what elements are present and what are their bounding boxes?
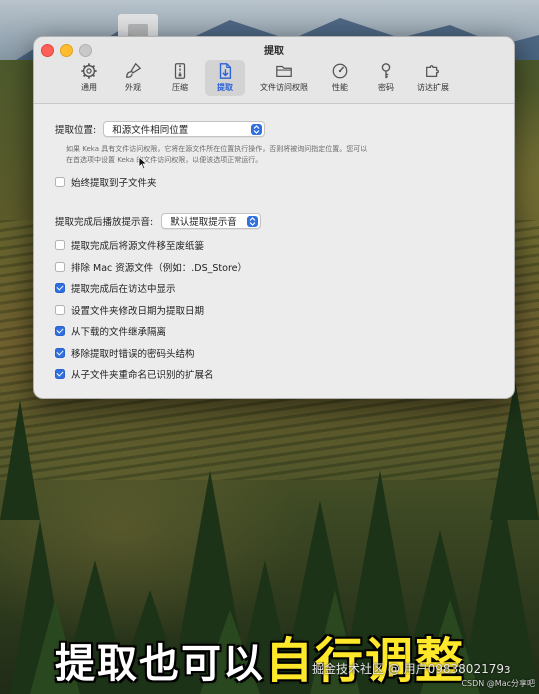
tab-finder-extension[interactable]: 访达扩展 xyxy=(410,60,456,96)
sound-label: 提取完成后播放提示音: xyxy=(55,217,154,228)
tab-label: 文件访问权限 xyxy=(260,83,308,92)
chevron-updown-icon xyxy=(247,215,259,227)
set-folder-date-checkbox[interactable] xyxy=(55,305,65,315)
extract-pane: 提取位置: 和源文件相同位置 如果 Keka 具有文件访问权限，它将在源文件所在… xyxy=(34,104,514,398)
archive-icon xyxy=(174,63,186,79)
tab-label: 访达扩展 xyxy=(417,83,449,92)
chevron-updown-icon xyxy=(251,123,263,135)
rename-extensions-checkbox[interactable] xyxy=(55,369,65,379)
help-line: 如果 Keka 具有文件访问权限，它将在源文件所在位置执行操作，否则将被询问指定… xyxy=(66,145,368,153)
inherit-quarantine-checkbox[interactable] xyxy=(55,326,65,336)
extract-location-value: 和源文件相同位置 xyxy=(112,125,189,136)
tab-performance[interactable]: 性能 xyxy=(322,60,358,96)
window-title: 提取 xyxy=(264,46,284,57)
tab-label: 压缩 xyxy=(172,83,188,92)
extract-location-label: 提取位置: xyxy=(55,125,97,136)
tab-label: 密码 xyxy=(378,83,394,92)
tab-compression[interactable]: 压缩 xyxy=(161,60,199,96)
extract-doc-icon xyxy=(219,63,232,79)
extract-location-popup[interactable]: 和源文件相同位置 xyxy=(103,121,266,137)
sound-value: 默认提取提示音 xyxy=(170,217,237,228)
mouse-cursor-icon xyxy=(138,156,148,170)
checkbox-label: 提取完成后在访达中显示 xyxy=(71,284,176,295)
tab-label: 通用 xyxy=(81,83,97,92)
brush-icon xyxy=(126,62,142,78)
remove-bad-headers-checkbox[interactable] xyxy=(55,348,65,358)
checkbox-label: 提取完成后将源文件移至废纸篓 xyxy=(71,241,205,252)
checkbox-label: 设置文件夹修改日期为提取日期 xyxy=(71,306,205,317)
option-row[interactable]: 移除提取时错误的密码头结构 xyxy=(55,346,195,360)
option-row[interactable]: 提取完成后将源文件移至废纸篓 xyxy=(55,238,204,252)
tab-appearance[interactable]: 外观 xyxy=(114,60,152,96)
watermark-main: 掘金技术社区 @ 用户0983802179з xyxy=(312,662,511,676)
option-row[interactable]: 设置文件夹修改日期为提取日期 xyxy=(55,303,204,317)
folder-icon xyxy=(276,65,292,78)
extract-location-help: 如果 Keka 具有文件访问权限，它将在源文件所在位置执行操作，否则将被询问指定… xyxy=(66,144,446,166)
sound-popup[interactable]: 默认提取提示音 xyxy=(161,213,262,229)
watermark-small: CSDN @Mac分享吧 xyxy=(461,679,535,688)
preferences-window: 提取 通用 外观 压缩 提取 文件访问权限 性能 密码 访达扩展 提取位置: 和… xyxy=(33,36,515,399)
gear-icon xyxy=(81,63,97,79)
puzzle-icon xyxy=(426,65,439,78)
extract-location-row: 提取位置: 和源文件相同位置 xyxy=(55,121,266,137)
window-titlebar: 提取 通用 外观 压缩 提取 文件访问权限 性能 密码 访达扩展 xyxy=(34,37,514,104)
checkbox-label: 从子文件夹重命名已识别的扩展名 xyxy=(71,370,214,381)
always-subfolder-row[interactable]: 始终提取到子文件夹 xyxy=(55,175,157,189)
tab-extract[interactable]: 提取 xyxy=(205,60,245,96)
option-row[interactable]: 从子文件夹重命名已识别的扩展名 xyxy=(55,367,214,381)
help-line: 在首选项中设置 Keka 的文件访问权限，以便该选项正常运行。 xyxy=(66,156,263,164)
checkbox-label: 移除提取时错误的密码头结构 xyxy=(71,349,195,360)
preferences-toolbar: 通用 外观 压缩 提取 文件访问权限 性能 密码 访达扩展 xyxy=(34,60,514,100)
gauge-icon xyxy=(332,63,348,79)
exclude-resource-files-checkbox[interactable] xyxy=(55,262,65,272)
checkbox-label: 始终提取到子文件夹 xyxy=(71,178,157,189)
always-subfolder-checkbox[interactable] xyxy=(55,177,65,187)
checkbox-label: 排除 Mac 资源文件（例如：.DS_Store） xyxy=(71,263,248,274)
checkbox-label: 从下载的文件继承隔离 xyxy=(71,327,167,338)
tab-password[interactable]: 密码 xyxy=(368,60,404,96)
option-row[interactable]: 提取完成后在访达中显示 xyxy=(55,281,176,295)
tab-file-access[interactable]: 文件访问权限 xyxy=(253,60,315,96)
key-icon xyxy=(381,63,391,79)
tab-label: 提取 xyxy=(217,83,233,92)
video-caption: 提取也可以自行调整 xyxy=(55,621,465,691)
caption-white: 提取也可以 xyxy=(55,641,265,687)
tab-general[interactable]: 通用 xyxy=(70,60,108,96)
show-in-finder-checkbox[interactable] xyxy=(55,283,65,293)
option-row[interactable]: 排除 Mac 资源文件（例如：.DS_Store） xyxy=(55,260,247,274)
option-row[interactable]: 从下载的文件继承隔离 xyxy=(55,324,166,338)
tab-label: 外观 xyxy=(125,83,141,92)
tab-label: 性能 xyxy=(332,83,348,92)
move-to-trash-checkbox[interactable] xyxy=(55,240,65,250)
sound-row: 提取完成后播放提示音: 默认提取提示音 xyxy=(55,213,262,229)
